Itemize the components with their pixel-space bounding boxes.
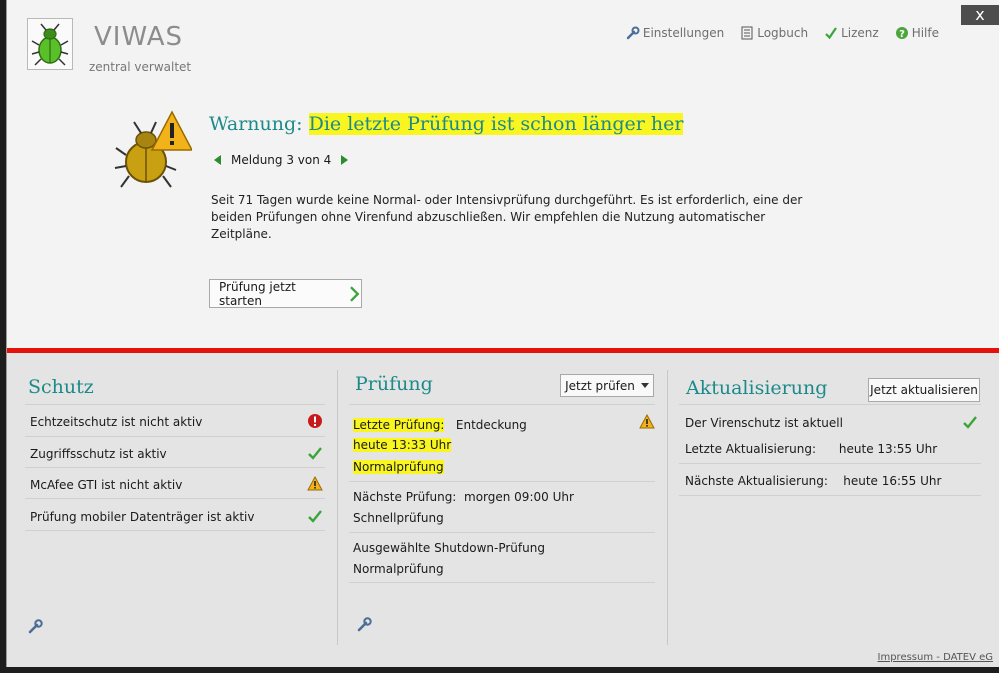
divider	[25, 467, 325, 468]
next-update-row: Nächste Aktualisierung: heute 16:55 Uhr	[685, 474, 941, 488]
next-scan-row: Nächste Prüfung: morgen 09:00 Uhr	[353, 490, 574, 504]
column-separator	[667, 370, 668, 645]
top-navigation: Einstellungen Logbuch Lizenz ? Hilfe	[626, 26, 939, 40]
last-update-row: Letzte Aktualisierung: heute 13:55 Uhr	[685, 442, 937, 456]
chevron-right-icon	[350, 285, 360, 302]
next-scan-type: Schnellprüfung	[353, 511, 444, 525]
warning-heading: Warnung: Die letzte Prüfung ist schon lä…	[209, 113, 684, 135]
scan-now-dropdown[interactable]: Jetzt prüfen	[560, 374, 654, 397]
start-scan-button[interactable]: Prüfung jetzt starten	[209, 279, 362, 308]
wrench-icon[interactable]	[28, 618, 44, 634]
app-logo	[27, 18, 73, 70]
app-subtitle: zentral verwaltet	[89, 60, 192, 74]
bug-warning-icon	[114, 110, 192, 188]
divider	[25, 498, 325, 499]
nav-license-label: Lizenz	[841, 26, 879, 40]
next-update-label: Nächste Aktualisierung:	[685, 474, 828, 488]
warning-icon	[639, 414, 655, 429]
divider	[349, 532, 655, 533]
message-counter: Meldung 3 von 4	[231, 153, 332, 167]
divider	[679, 463, 981, 464]
shutdown-scan-type: Normalprüfung	[353, 562, 444, 576]
chevron-down-icon	[640, 383, 649, 388]
divider	[25, 404, 325, 405]
warning-prefix: Warnung:	[209, 113, 309, 135]
divider	[679, 404, 981, 405]
divider	[349, 481, 655, 482]
divider	[25, 530, 325, 531]
next-message-icon[interactable]	[341, 155, 349, 165]
check-icon	[308, 510, 322, 523]
schutz-item-mobile: Prüfung mobiler Datenträger ist aktiv	[30, 510, 255, 524]
divider	[25, 436, 325, 437]
help-icon: ?	[895, 27, 908, 40]
imprint-link[interactable]: Impressum - DATEV eG	[878, 652, 993, 663]
message-navigator: Meldung 3 von 4	[214, 153, 349, 167]
nav-logbook-label: Logbuch	[757, 26, 809, 40]
svg-text:?: ?	[899, 29, 905, 40]
start-scan-label: Prüfung jetzt starten	[219, 279, 296, 308]
nav-settings-label: Einstellungen	[642, 26, 725, 40]
warning-text: Seit 71 Tagen wurde keine Normal- oder I…	[211, 193, 803, 241]
divider	[349, 404, 655, 405]
last-scan-type: Normalprüfung	[353, 460, 444, 474]
nav-help[interactable]: ? Hilfe	[895, 26, 939, 40]
nav-logbook[interactable]: Logbuch	[740, 26, 808, 40]
last-scan-time: heute 13:33 Uhr	[353, 438, 452, 452]
scan-now-label: Jetzt prüfen	[565, 378, 635, 393]
nav-help-label: Hilfe	[911, 26, 939, 40]
column-separator	[337, 370, 338, 645]
next-scan-value: morgen 09:00 Uhr	[464, 490, 574, 504]
previous-message-icon[interactable]	[214, 155, 221, 165]
update-title: Aktualisierung	[686, 377, 828, 399]
schutz-item-realtime: Echtzeitschutz ist nicht aktiv	[30, 415, 203, 429]
check-icon	[963, 416, 977, 429]
update-status: Der Virenschutz ist aktuell	[685, 416, 843, 430]
shutdown-scan-label: Ausgewählte Shutdown-Prüfung	[353, 541, 545, 555]
wrench-icon[interactable]	[357, 616, 373, 632]
check-icon	[825, 27, 837, 40]
nav-settings[interactable]: Einstellungen	[626, 26, 724, 40]
last-update-label: Letzte Aktualisierung:	[685, 442, 817, 456]
check-icon	[308, 447, 322, 460]
schutz-item-access: Zugriffsschutz ist aktiv	[30, 447, 167, 461]
close-button[interactable]: x	[961, 5, 999, 25]
next-scan-label: Nächste Prüfung:	[353, 490, 457, 504]
last-update-value: heute 13:55 Uhr	[838, 442, 938, 456]
last-scan-row: Letzte Prüfung: Entdeckung	[353, 418, 527, 432]
error-icon	[308, 414, 322, 428]
beetle-logo-icon	[31, 23, 69, 66]
main-window: x VIWAS zentral verwaltet Einstellungen	[6, 0, 999, 667]
logbook-icon	[741, 26, 753, 40]
last-scan-label: Letzte Prüfung:	[353, 418, 445, 432]
warning-icon	[307, 476, 323, 491]
warning-title: Die letzte Prüfung ist schon länger her	[308, 113, 684, 135]
wrench-icon	[626, 26, 640, 40]
schutz-title: Schutz	[28, 376, 94, 398]
next-update-value: heute 16:55 Uhr	[843, 474, 942, 488]
divider	[349, 582, 655, 583]
last-scan-value: Entdeckung	[455, 418, 527, 432]
app-title: VIWAS	[94, 22, 184, 52]
schutz-item-gti: McAfee GTI ist nicht aktiv	[30, 478, 183, 492]
update-now-button[interactable]: Jetzt aktualisieren	[868, 378, 980, 402]
divider	[679, 495, 981, 496]
nav-license[interactable]: Lizenz	[824, 26, 879, 40]
pruefung-title: Prüfung	[355, 373, 433, 395]
